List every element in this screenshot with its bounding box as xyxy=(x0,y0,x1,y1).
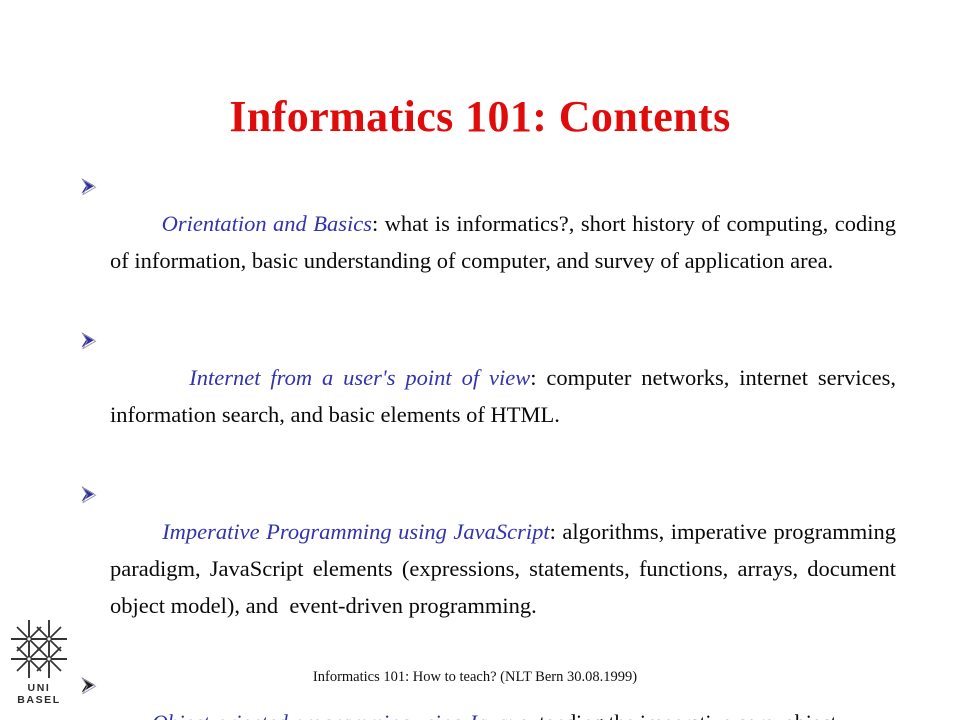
list-item: Imperative Programming using JavaScript:… xyxy=(78,476,896,661)
slide-canvas: Informatics 101: Contents Orientation an… xyxy=(0,0,960,720)
uni-basel-wordmark-line-1: UNI xyxy=(27,682,51,694)
list-item-lead-in: Imperative Programming using JavaScript xyxy=(162,519,550,544)
contents-bullet-list: Orientation and Basics: what is informat… xyxy=(78,168,896,720)
list-item-text: Imperative Programming using JavaScript:… xyxy=(110,476,896,661)
page-title: Informatics 101: Contents xyxy=(229,92,731,142)
uni-basel-wordmark: UNI BASEL xyxy=(10,682,68,706)
arrowhead-bullet-icon xyxy=(78,329,100,351)
arrowhead-bullet-icon xyxy=(78,175,100,197)
list-item-text: Internet from a user's point of view: co… xyxy=(110,322,896,470)
list-item-lead-in: Orientation and Basics xyxy=(161,211,372,236)
list-item-lead-in: Object-oriented programming using Java xyxy=(152,710,508,720)
footer-note: Informatics 101: How to teach? (NLT Bern… xyxy=(312,669,638,685)
list-item-lead-in: Internet from a user's point of view xyxy=(189,365,531,390)
uni-basel-star-lattice-icon xyxy=(11,620,67,678)
list-item: Internet from a user's point of view: co… xyxy=(78,322,896,470)
list-item: Orientation and Basics: what is informat… xyxy=(78,168,896,316)
list-item-text: Orientation and Basics: what is informat… xyxy=(110,168,896,316)
arrowhead-bullet-icon xyxy=(78,483,100,505)
uni-basel-wordmark-line-2: BASEL xyxy=(17,694,61,706)
uni-basel-logo: UNI BASEL xyxy=(10,618,72,714)
